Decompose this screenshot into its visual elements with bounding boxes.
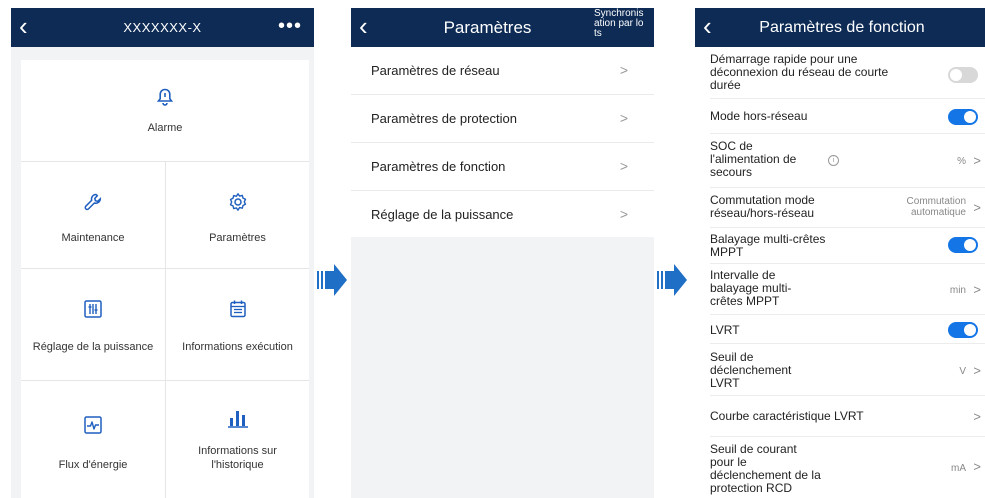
list-item-reseau[interactable]: Paramètres de réseau > [351, 47, 654, 95]
flow-arrow-icon [317, 264, 347, 296]
list-item-puissance[interactable]: Réglage de la puissance > [351, 191, 654, 237]
row-lvrt: LVRT [695, 315, 985, 344]
row-mppt-scan: Balayage multi-crêtes MPPT [695, 228, 985, 264]
tile-parametres[interactable]: Paramètres [166, 162, 309, 269]
function-settings-screen: ‹ Paramètres de fonction Démarrage rapid… [695, 8, 985, 498]
settings-list: Paramètres de réseau > Paramètres de pro… [351, 47, 654, 237]
row-off-grid: Mode hors-réseau [695, 99, 985, 134]
tile-label: Informations sur l'historique [198, 445, 277, 471]
row-label: Courbe caractéristique LVRT [710, 409, 864, 423]
tile-flux-energie[interactable]: Flux d'énergie [21, 381, 165, 498]
gear-icon [229, 193, 247, 211]
row-switching[interactable]: Commutation mode réseau/hors-réseau Comm… [695, 188, 985, 228]
settings-header: ‹ Paramètres Synchronisation par lots [351, 8, 654, 47]
row-label: SOC de l'alimentation de secours [710, 139, 797, 179]
more-icon[interactable]: ••• [278, 8, 302, 44]
tile-label: Flux d'énergie [58, 459, 128, 471]
row-label: Commutation mode réseau/hors-réseau [710, 193, 815, 220]
tile-informations-historique[interactable]: Informations sur l'historique [166, 381, 309, 498]
row-quick-start: Démarrage rapide pour une déconnexion du… [695, 47, 985, 99]
settings-screen: ‹ Paramètres Synchronisation par lots Pa… [351, 8, 654, 498]
row-lvrt-curve[interactable]: Courbe caractéristique LVRT > [695, 396, 985, 437]
row-label: Seuil de courant pour le déclenchement d… [710, 442, 821, 495]
tile-label: Paramètres [209, 232, 266, 244]
bar-chart-icon [228, 411, 248, 428]
home-header: ‹ XXXXXXX-X ••• [11, 8, 314, 47]
calendar-list-icon [230, 300, 246, 318]
function-grid: Alarme Maintenance Paramètres Réglage de… [21, 60, 309, 498]
chevron-right-icon: > [619, 62, 628, 78]
energy-flow-icon [84, 416, 102, 434]
tile-label: Réglage de la puissance [32, 341, 154, 353]
quick-start-toggle[interactable] [948, 67, 978, 83]
chevron-right-icon: > [973, 363, 981, 378]
sliders-icon [84, 300, 102, 318]
list-item-protection[interactable]: Paramètres de protection > [351, 95, 654, 143]
home-screen: ‹ XXXXXXX-X ••• Alarme Maintenance Param… [11, 8, 314, 498]
mppt-scan-toggle[interactable] [948, 237, 978, 253]
list-item-label: Réglage de la puissance [371, 207, 514, 222]
chevron-right-icon: > [619, 158, 628, 174]
tile-label: Informations exécution [182, 341, 293, 353]
info-icon[interactable]: i [828, 155, 839, 166]
tile-reglage-puissance[interactable]: Réglage de la puissance [21, 269, 165, 381]
row-label: Mode hors-réseau [710, 109, 808, 123]
row-label: Intervalle de balayage multi-crêtes MPPT [710, 268, 792, 308]
off-grid-toggle[interactable] [948, 109, 978, 125]
tile-informations-execution[interactable]: Informations exécution [166, 269, 309, 381]
bell-icon [157, 88, 173, 106]
row-value: % [957, 156, 966, 167]
row-rcd[interactable]: Seuil de courant pour le déclenchement d… [695, 437, 985, 498]
list-item-label: Paramètres de réseau [371, 63, 500, 78]
grid-divider [165, 162, 166, 498]
row-value: Commutation automatique [906, 196, 966, 218]
chevron-right-icon: > [619, 110, 628, 126]
row-lvrt-threshold[interactable]: Seuil de déclenchement LVRT V > [695, 344, 985, 396]
chevron-right-icon: > [973, 409, 981, 424]
page-title: Paramètres de fonction [759, 19, 925, 36]
function-header: ‹ Paramètres de fonction [695, 8, 985, 47]
row-label: LVRT [710, 323, 740, 337]
list-item-label: Paramètres de protection [371, 111, 517, 126]
row-soc[interactable]: SOC de l'alimentation de secours i % > [695, 134, 985, 188]
row-value: min [949, 285, 966, 296]
tile-alarme[interactable]: Alarme [21, 60, 309, 162]
tile-label: Maintenance [61, 232, 125, 244]
row-label: Seuil de déclenchement LVRT [710, 350, 792, 390]
list-item-fonction[interactable]: Paramètres de fonction > [351, 143, 654, 191]
batch-sync-button[interactable]: Synchronisation par lots [594, 9, 646, 39]
list-item-label: Paramètres de fonction [371, 159, 506, 174]
device-title: XXXXXXX-X [123, 20, 202, 35]
row-label: Démarrage rapide pour une déconnexion du… [710, 52, 889, 92]
tile-label: Alarme [147, 122, 183, 134]
lvrt-toggle[interactable] [948, 322, 978, 338]
row-mppt-interval[interactable]: Intervalle de balayage multi-crêtes MPPT… [695, 264, 985, 315]
chevron-right-icon: > [973, 282, 981, 297]
chevron-right-icon: > [619, 206, 628, 222]
wrench-icon [84, 193, 102, 211]
flow-arrow-icon [657, 264, 687, 296]
chevron-right-icon: > [973, 153, 981, 168]
row-value: mA [951, 463, 966, 474]
chevron-right-icon: > [973, 459, 981, 474]
chevron-right-icon: > [973, 200, 981, 215]
row-value: V [959, 366, 966, 377]
row-label: Balayage multi-crêtes MPPT [710, 232, 826, 259]
tile-maintenance[interactable]: Maintenance [21, 162, 165, 269]
